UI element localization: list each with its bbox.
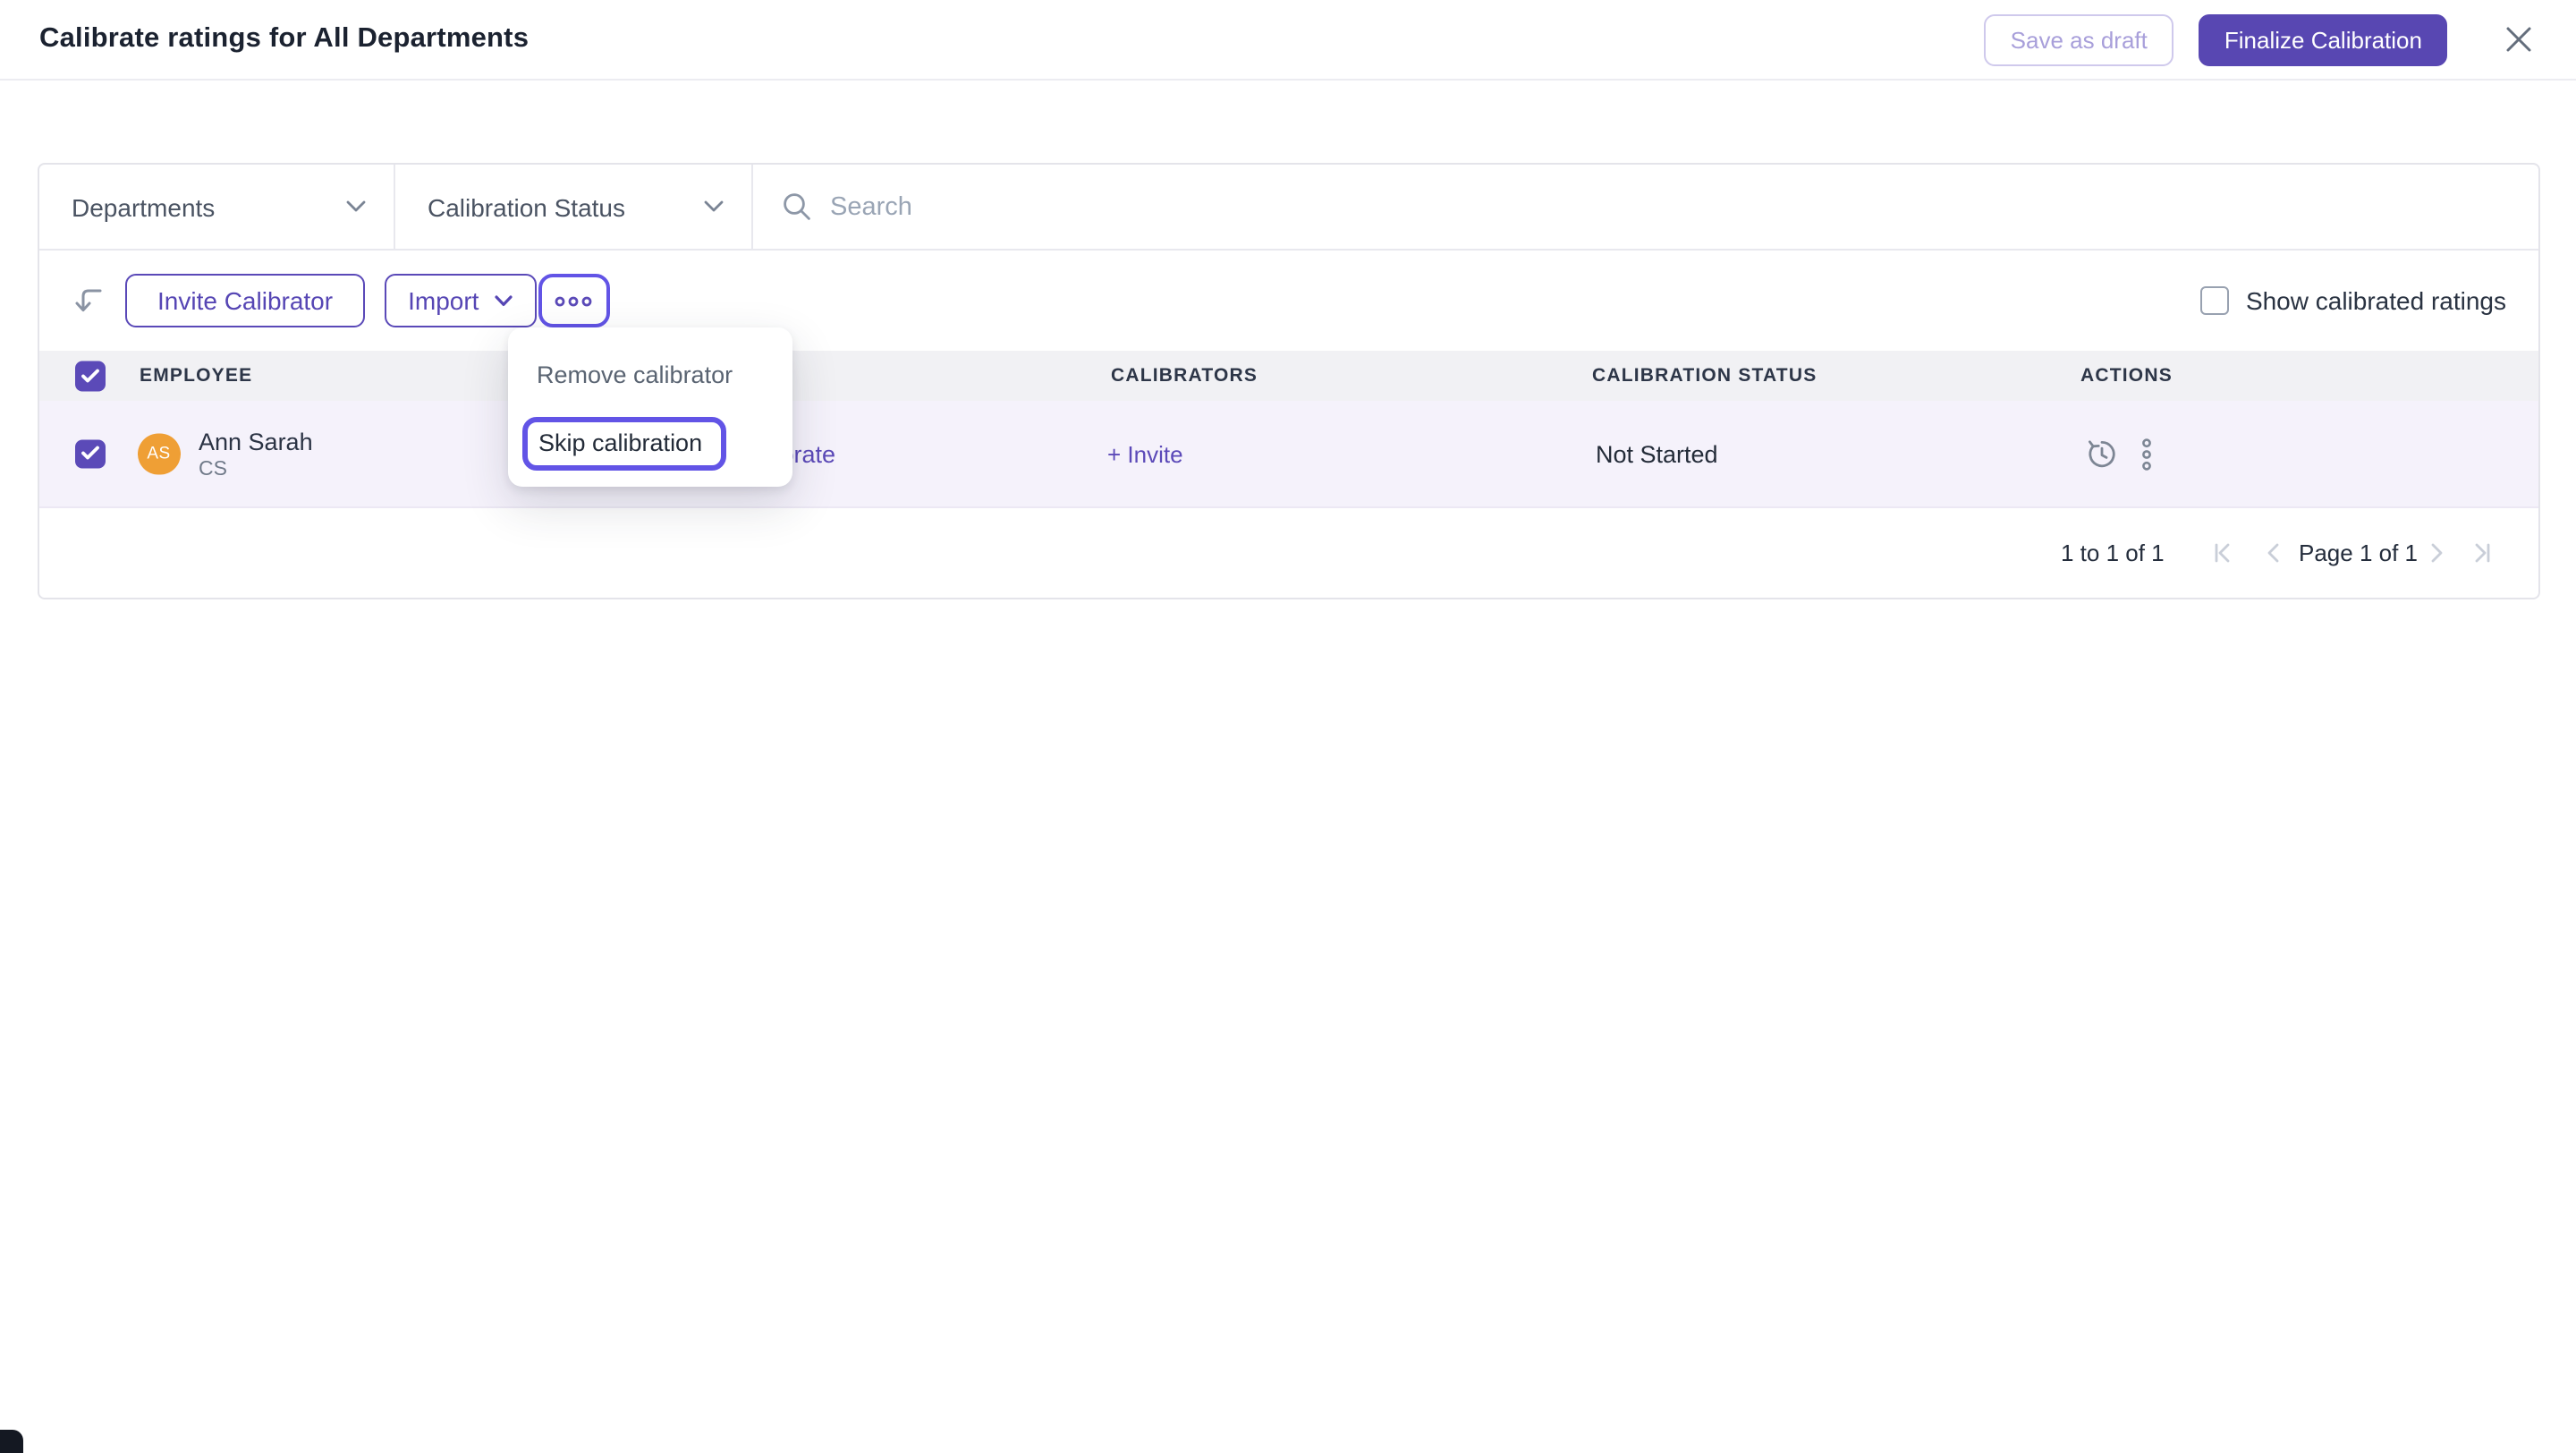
row-actions	[2084, 436, 2164, 472]
history-button[interactable]	[2084, 436, 2120, 472]
invite-calibrator-link[interactable]: + Invite	[1107, 440, 1183, 467]
pagination-range: 1 to 1 of 1	[2061, 540, 2165, 566]
table-header-row: EMPLOYEE CALIBRATORS CALIBRATION STATUS …	[39, 351, 2538, 401]
search-box	[753, 165, 2538, 249]
filter-bar: Departments Calibration Status	[39, 165, 2538, 251]
employee-name: Ann Sarah	[199, 428, 313, 455]
check-icon	[80, 369, 99, 382]
row-checkbox[interactable]	[75, 438, 105, 469]
chevron-right-icon	[2430, 543, 2442, 563]
menu-item-remove-calibrator[interactable]: Remove calibrator	[537, 361, 733, 388]
column-header-employee[interactable]: EMPLOYEE	[140, 365, 252, 387]
pagination-bar: 1 to 1 of 1 Page 1 of 1	[39, 508, 2538, 598]
show-calibrated-ratings-toggle[interactable]: Show calibrated ratings	[2200, 286, 2506, 315]
previous-page-button[interactable]	[2258, 539, 2286, 567]
kebab-menu-icon	[2141, 438, 2150, 470]
close-icon	[2506, 27, 2531, 52]
chevron-down-icon	[346, 200, 366, 212]
dialog-header: Calibrate ratings for All Departments Sa…	[0, 0, 2576, 81]
search-icon	[784, 193, 810, 220]
column-header-actions: ACTIONS	[2080, 365, 2173, 387]
check-icon	[80, 446, 99, 460]
first-page-button[interactable]	[2207, 539, 2236, 567]
more-options-icon	[555, 295, 592, 306]
import-button-label: Import	[408, 286, 479, 315]
last-page-icon	[2475, 543, 2490, 563]
page-title: Calibrate ratings for All Departments	[39, 23, 530, 54]
avatar: AS	[138, 432, 180, 475]
header-actions: Save as draft Finalize Calibration	[1983, 13, 2537, 65]
chevron-down-icon	[704, 200, 724, 212]
last-page-button[interactable]	[2469, 539, 2497, 567]
table-toolbar: Invite Calibrator Import Show calibrated…	[39, 251, 2538, 351]
departments-filter-label: Departments	[72, 192, 216, 221]
first-page-icon	[2215, 543, 2230, 563]
departments-filter-dropdown[interactable]: Departments	[39, 165, 395, 249]
employee-cell: Ann Sarah CS	[199, 428, 313, 480]
save-as-draft-button[interactable]: Save as draft	[1983, 13, 2174, 65]
next-page-button[interactable]	[2422, 539, 2451, 567]
import-dropdown-button[interactable]: Import	[385, 274, 537, 327]
employee-department: CS	[199, 458, 227, 480]
search-input[interactable]	[830, 192, 2510, 221]
finalize-calibration-button[interactable]: Finalize Calibration	[2199, 13, 2447, 65]
chevron-left-icon	[2267, 543, 2278, 563]
chevron-down-icon	[494, 294, 513, 305]
close-button[interactable]	[2501, 21, 2537, 57]
calibration-dialog: Calibrate ratings for All Departments Sa…	[0, 0, 2576, 1453]
calibration-status-filter-label: Calibration Status	[428, 192, 626, 221]
move-down-arrow-icon[interactable]	[72, 283, 107, 319]
show-calibrated-checkbox[interactable]	[2200, 286, 2230, 315]
column-header-calibration-status[interactable]: CALIBRATION STATUS	[1592, 365, 1817, 387]
pagination-page-label: Page 1 of 1	[2299, 540, 2418, 566]
calibration-status-filter-dropdown[interactable]: Calibration Status	[395, 165, 753, 249]
calibration-status-value: Not Started	[1596, 440, 1718, 467]
menu-item-skip-calibration[interactable]: Skip calibration	[522, 417, 726, 470]
corner-overlay-fragment	[0, 1430, 23, 1453]
table-row[interactable]: AS Ann Sarah CS Calibrate + Invite Not S…	[39, 401, 2538, 508]
more-options-button[interactable]	[538, 274, 610, 327]
column-header-calibrators[interactable]: CALIBRATORS	[1111, 365, 1258, 387]
calibration-panel: Departments Calibration Status Search In…	[38, 163, 2540, 599]
show-calibrated-label: Show calibrated ratings	[2245, 286, 2506, 315]
more-options-menu: Remove calibrator Skip calibration	[508, 327, 792, 487]
select-all-checkbox[interactable]	[75, 361, 105, 391]
invite-calibrator-button[interactable]: Invite Calibrator	[125, 274, 366, 327]
row-more-options-button[interactable]	[2128, 436, 2164, 472]
history-icon	[2089, 439, 2115, 467]
